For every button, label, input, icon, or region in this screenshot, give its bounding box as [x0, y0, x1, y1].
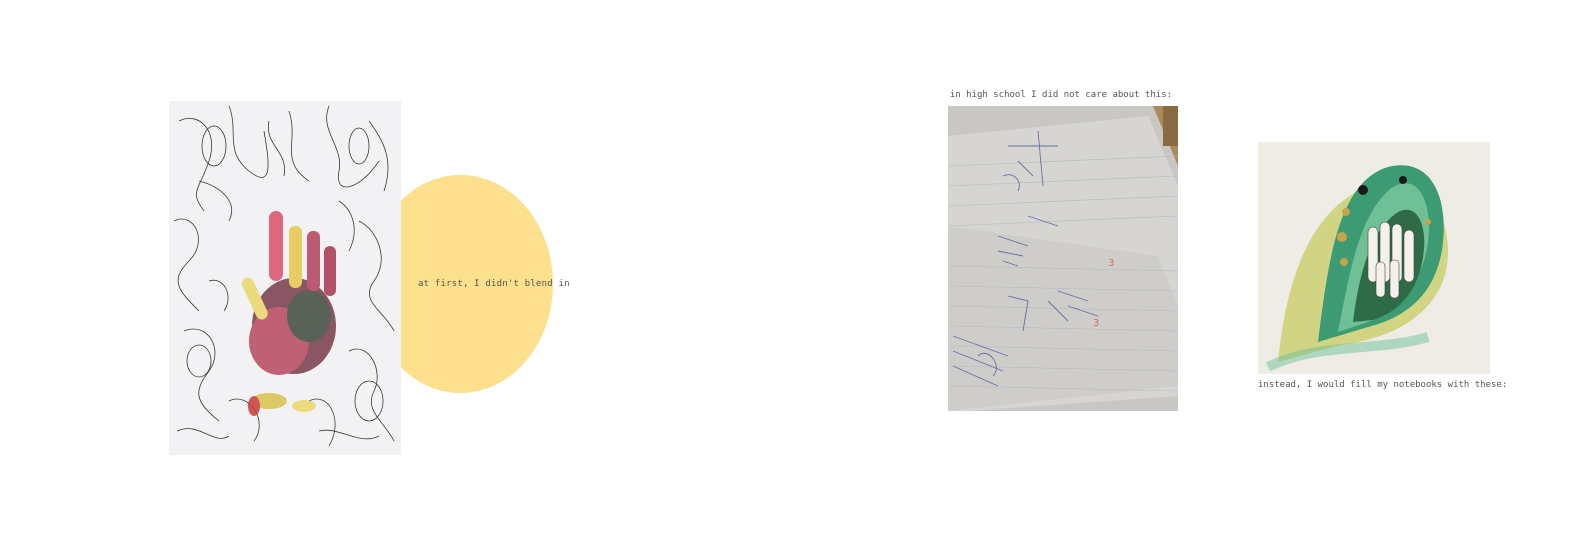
creature-painting-graphic [1258, 142, 1490, 374]
svg-text:3: 3 [1108, 258, 1114, 269]
notebook-photo-image: 3 3 [948, 106, 1178, 411]
intro-caption: at first, I didn't blend in [418, 279, 570, 289]
high-school-caption: in high school I did not care about this… [949, 90, 1173, 100]
svg-text:3: 3 [1093, 318, 1099, 329]
hand-drawing-image [169, 101, 401, 455]
creature-painting-image [1258, 142, 1490, 374]
hand-drawing-graphic [169, 101, 401, 455]
notebook-photo-graphic: 3 3 [948, 106, 1178, 411]
notebooks-caption: instead, I would fill my notebooks with … [1258, 380, 1508, 390]
